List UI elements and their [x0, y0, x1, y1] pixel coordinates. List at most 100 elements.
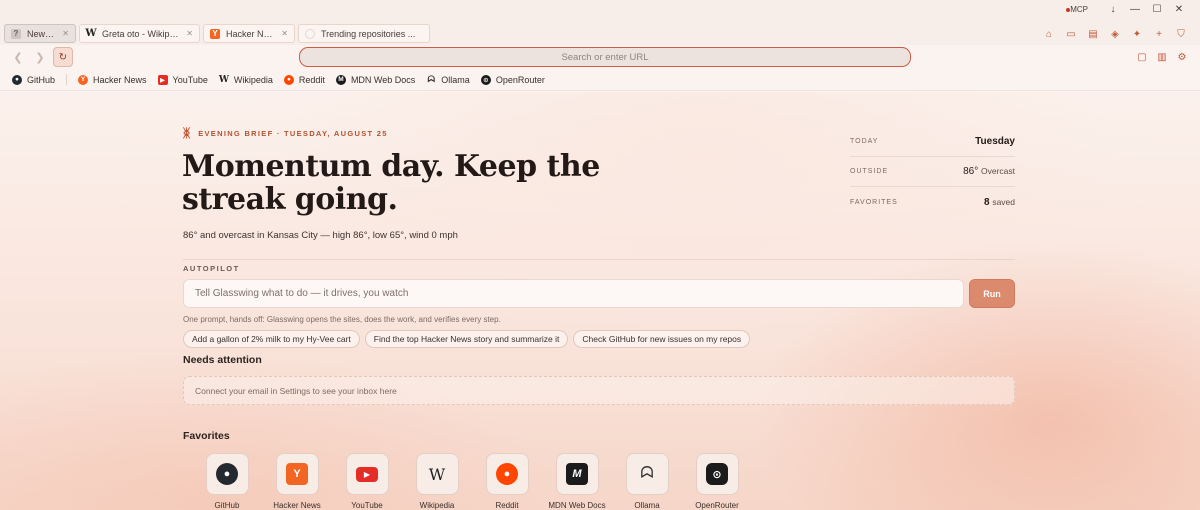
hacker-news-icon: Y: [286, 463, 308, 485]
settings-icon[interactable]: ⚙: [1172, 50, 1192, 64]
window-controls: MCP ↓ — ☐ ✕: [1066, 4, 1190, 15]
run-button[interactable]: Run: [969, 279, 1015, 308]
stats-panel: TODAY Tuesday OUTSIDE 86° Overcast FAVOR…: [850, 127, 1015, 217]
suggestion-chip[interactable]: Add a gallon of 2% milk to my Hy-Vee car…: [183, 330, 360, 348]
favorite-label: MDN Web Docs: [548, 501, 606, 510]
autopilot-label: AUTOPILOT: [183, 264, 240, 273]
bookmark-openrouter[interactable]: ⊙ OpenRouter: [480, 74, 545, 85]
close-icon[interactable]: ✕: [281, 29, 288, 38]
butterfly-icon: ᛤ: [183, 126, 191, 140]
nav-right-icons: ▢ ▥ ⚙: [1132, 50, 1192, 64]
favorite-tile[interactable]: Y: [275, 453, 319, 495]
favorite-label: OpenRouter: [695, 501, 739, 510]
favorite-tile[interactable]: ᗣ: [625, 453, 669, 495]
bookmarks-bar: ● GitHub Y Hacker News ▶ YouTube W Wikip…: [0, 69, 1200, 91]
github-icon: ●: [12, 74, 22, 85]
favorite-label: Wikipedia: [419, 501, 455, 510]
new-tab-plus-icon[interactable]: +: [1148, 27, 1170, 41]
autopilot-input[interactable]: Tell Glasswing what to do — it drives, y…: [183, 279, 964, 308]
tab-title: New Tab: [27, 28, 56, 39]
hacker-news-icon: Y: [210, 28, 220, 39]
back-icon[interactable]: ❮: [8, 47, 28, 67]
tab-new-tab[interactable]: ? New Tab ✕: [4, 24, 76, 43]
favorite-ollama[interactable]: ᗣ Ollama: [612, 453, 682, 510]
navigation-bar: ❮ ❯ ↻ Search or enter URL ▢ ▥ ⚙: [0, 45, 1200, 69]
favorite-label: Hacker News: [273, 501, 321, 510]
favorite-reddit[interactable]: ● Reddit: [472, 453, 542, 510]
tab-trending[interactable]: Trending repositories ...: [298, 24, 430, 43]
reddit-icon: ●: [496, 463, 518, 485]
favorite-github[interactable]: ● GitHub: [192, 453, 262, 510]
layers-icon[interactable]: ◈: [1104, 27, 1126, 41]
bookmark-hacker-news[interactable]: Y Hacker News: [78, 74, 147, 85]
github-icon: ●: [216, 463, 238, 485]
bookmark-separator: [66, 74, 68, 85]
bookmark-label: YouTube: [172, 74, 208, 85]
favorite-tile[interactable]: W: [415, 453, 459, 495]
reddit-icon: ●: [283, 74, 294, 85]
favorite-hacker-news[interactable]: Y Hacker News: [262, 453, 332, 510]
autopilot-placeholder: Tell Glasswing what to do — it drives, y…: [195, 288, 409, 299]
github-icon: [305, 28, 315, 39]
url-bar[interactable]: Search or enter URL: [299, 47, 911, 67]
favorite-tile[interactable]: ⊙: [695, 453, 739, 495]
wikipedia-icon: W: [218, 74, 229, 85]
suggestion-chip[interactable]: Check GitHub for new issues on my repos: [573, 330, 751, 348]
inbox-empty-state: Connect your email in Settings to see yo…: [183, 376, 1015, 405]
bookmark-label: Hacker News: [93, 74, 147, 85]
youtube-icon: ▶: [157, 74, 168, 85]
openrouter-icon: ⊙: [706, 463, 728, 485]
minimize-icon[interactable]: —: [1124, 4, 1146, 15]
close-icon[interactable]: ✕: [186, 29, 193, 38]
forward-icon[interactable]: ❯: [30, 47, 50, 67]
chat-icon[interactable]: ▭: [1060, 27, 1082, 41]
sparkle-icon[interactable]: ✦: [1126, 27, 1148, 41]
stat-outside: OUTSIDE 86° Overcast: [850, 157, 1015, 187]
bookmark-ollama[interactable]: ᗣ Ollama: [426, 74, 470, 85]
favorite-tile[interactable]: ▶: [345, 453, 389, 495]
mdn-icon: M: [566, 463, 588, 485]
favorite-tile[interactable]: M: [555, 453, 599, 495]
favorites-grid: ● GitHub Y Hacker News ▶ YouTube W Wikip…: [192, 453, 752, 510]
close-window-icon[interactable]: ✕: [1168, 4, 1190, 15]
favorite-tile[interactable]: ●: [485, 453, 529, 495]
sidebar-icon[interactable]: ▥: [1152, 50, 1172, 64]
bookmark-icon[interactable]: ▢: [1132, 50, 1152, 64]
bookmark-reddit[interactable]: ● Reddit: [283, 74, 325, 85]
brief-label: ᛤ EVENING BRIEF · TUESDAY, AUGUST 25: [183, 126, 388, 140]
favorites-title: Favorites: [183, 430, 230, 442]
ollama-icon: ᗣ: [640, 465, 654, 482]
favorite-wikipedia[interactable]: W Wikipedia: [402, 453, 472, 510]
reload-icon[interactable]: ↻: [53, 47, 73, 67]
store-icon[interactable]: ⌂: [1038, 27, 1060, 41]
tab-title: Trending repositories ...: [321, 28, 416, 39]
mcp-status[interactable]: MCP: [1066, 5, 1088, 14]
favorite-tile[interactable]: ●: [205, 453, 249, 495]
favorite-label: Ollama: [634, 501, 660, 510]
calendar-icon[interactable]: ▤: [1082, 27, 1104, 41]
shield-icon[interactable]: ⛉: [1170, 27, 1192, 41]
bookmark-youtube[interactable]: ▶ YouTube: [157, 74, 208, 85]
weather-summary: 86° and overcast in Kansas City — high 8…: [183, 230, 458, 241]
favorite-label: YouTube: [351, 501, 383, 510]
favorite-mdn[interactable]: M MDN Web Docs: [542, 453, 612, 510]
suggestion-chip[interactable]: Find the top Hacker News story and summa…: [364, 330, 569, 348]
stat-value: 8 saved: [983, 196, 1015, 208]
favorite-label: Reddit: [495, 501, 519, 510]
stat-value: Tuesday: [975, 136, 1015, 147]
brief-date: EVENING BRIEF · TUESDAY, AUGUST 25: [198, 128, 388, 138]
bookmark-github[interactable]: ● GitHub: [12, 74, 55, 85]
bookmark-label: Reddit: [298, 74, 325, 85]
maximize-icon[interactable]: ☐: [1146, 4, 1168, 15]
tab-wikipedia[interactable]: W Greta oto - Wikipedia ✕: [79, 24, 200, 43]
bookmark-wikipedia[interactable]: W Wikipedia: [219, 75, 273, 85]
bookmark-mdn[interactable]: M MDN Web Docs: [335, 74, 415, 85]
download-icon[interactable]: ↓: [1102, 4, 1124, 15]
new-tab-icon: ?: [11, 28, 21, 39]
toolbar-icons: ⌂ ▭ ▤ ◈ ✦ + ⛉: [1038, 27, 1192, 41]
tab-hacker-news[interactable]: Y Hacker News ✕: [203, 24, 295, 43]
tab-title: Greta oto - Wikipedia: [102, 28, 181, 39]
favorite-openrouter[interactable]: ⊙ OpenRouter: [682, 453, 752, 510]
close-icon[interactable]: ✕: [62, 29, 69, 38]
favorite-youtube[interactable]: ▶ YouTube: [332, 453, 402, 510]
